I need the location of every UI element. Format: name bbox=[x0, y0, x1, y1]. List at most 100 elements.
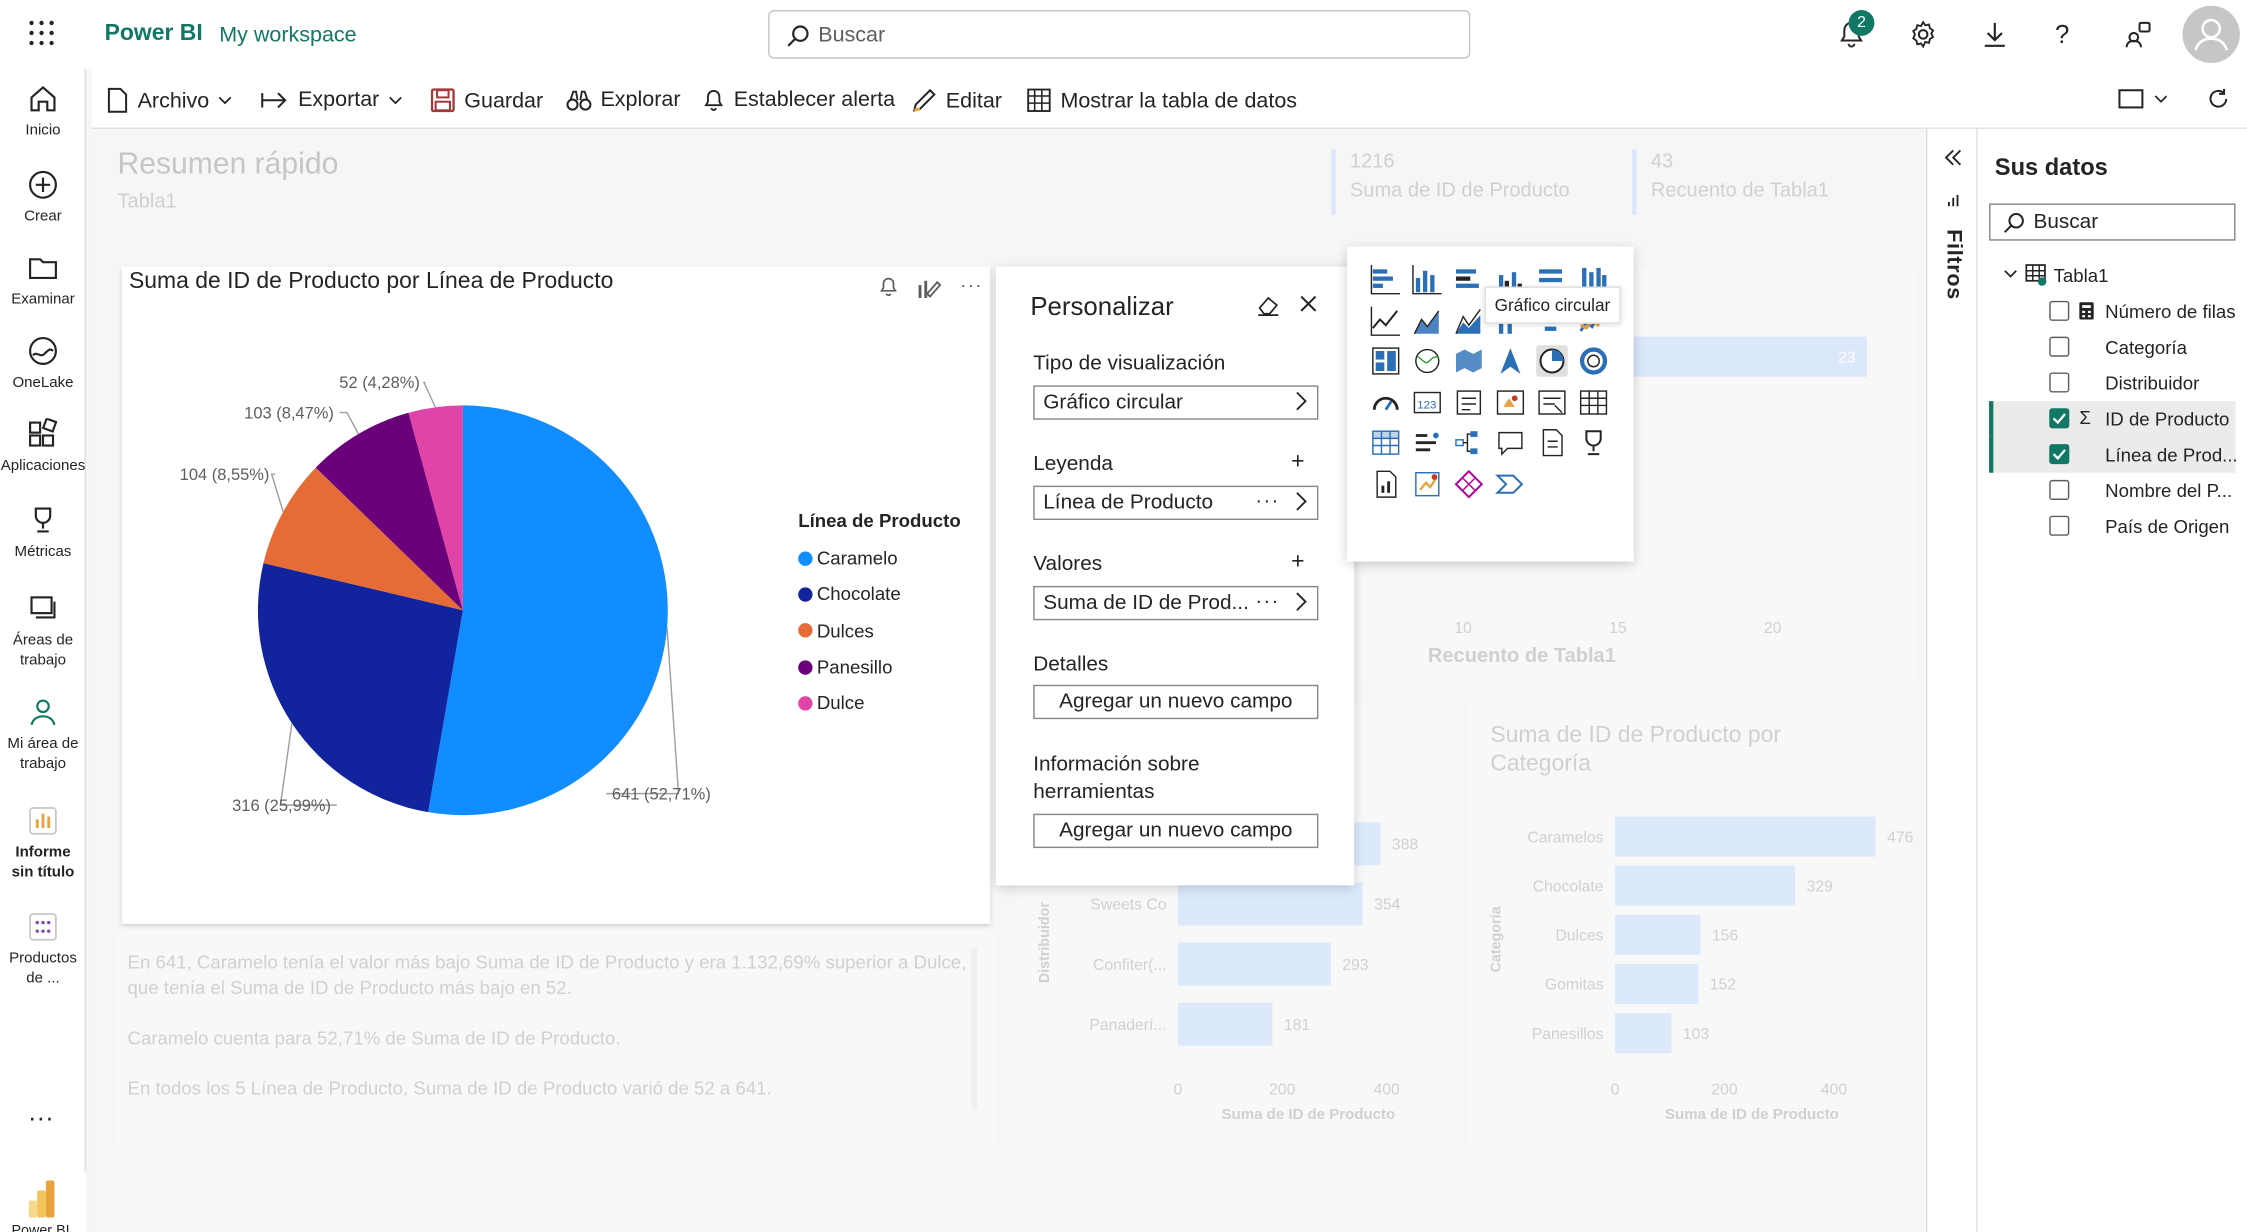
eraser-icon[interactable] bbox=[1257, 294, 1280, 317]
svg-text:123: 123 bbox=[1417, 399, 1436, 411]
tick-label: 20 bbox=[1764, 620, 1782, 637]
values-field[interactable]: Suma de ID de Prod... ··· bbox=[1033, 585, 1319, 621]
bar[interactable] bbox=[1615, 963, 1699, 1005]
more-options-icon[interactable]: ··· bbox=[1255, 589, 1279, 612]
data-field-item[interactable]: Línea de Prod... bbox=[1989, 436, 2238, 473]
viz-type-option[interactable] bbox=[1453, 305, 1485, 337]
field-label: País de Origen bbox=[2105, 515, 2230, 538]
data-field-item[interactable]: Categoría bbox=[1989, 329, 2235, 365]
legend-item[interactable]: Dulces bbox=[798, 613, 901, 649]
data-field-item[interactable]: País de Origen bbox=[1989, 509, 2235, 545]
axis-title: Suma de ID de Producto bbox=[1221, 1106, 1395, 1123]
viz-type-option[interactable] bbox=[1412, 468, 1444, 500]
legend-swatch bbox=[798, 623, 813, 638]
viz-type-option[interactable] bbox=[1453, 264, 1485, 296]
bar[interactable] bbox=[1615, 914, 1701, 955]
chart-type-icon bbox=[1376, 470, 1397, 498]
viz-type-option[interactable] bbox=[1453, 468, 1485, 500]
data-label: 103 (8,47%) bbox=[244, 404, 334, 422]
viz-type-option[interactable] bbox=[1578, 387, 1610, 419]
chevron-right-icon bbox=[1296, 391, 1307, 411]
viz-type-label: Tipo de visualización bbox=[1033, 352, 1226, 376]
details-add-field-button[interactable]: Agregar un nuevo campo bbox=[1033, 684, 1319, 720]
viz-type-option[interactable] bbox=[1495, 427, 1527, 459]
legend-item[interactable]: Panesillo bbox=[798, 649, 901, 685]
leader-line bbox=[339, 411, 360, 435]
bar[interactable] bbox=[1177, 942, 1331, 986]
viz-type-option[interactable] bbox=[1495, 468, 1527, 500]
add-legend-icon[interactable]: + bbox=[1291, 450, 1304, 476]
add-values-icon[interactable]: + bbox=[1291, 550, 1304, 576]
bar[interactable] bbox=[1615, 1013, 1672, 1054]
field-checkbox[interactable] bbox=[2049, 515, 2070, 536]
viz-pie-chart-option[interactable] bbox=[1536, 345, 1568, 377]
tooltips-add-field-button[interactable]: Agregar un nuevo campo bbox=[1033, 813, 1319, 849]
bar[interactable] bbox=[1177, 1002, 1273, 1046]
category-bar-chart: Caramelos 476 Chocolate 329 Dulces 156 Gomitas… bbox=[1488, 816, 1914, 1123]
viz-type-option[interactable] bbox=[1536, 427, 1568, 459]
axis-title: Recuento de Tabla1 bbox=[1428, 645, 1616, 667]
value-label: 103 bbox=[1683, 1026, 1710, 1043]
field-checkbox[interactable] bbox=[2049, 408, 2070, 429]
legend-item[interactable]: Chocolate bbox=[798, 576, 901, 612]
viz-type-option[interactable] bbox=[1453, 387, 1485, 419]
chevron-right-icon bbox=[1296, 592, 1307, 611]
legend-label: Leyenda bbox=[1033, 452, 1113, 476]
viz-type-option[interactable] bbox=[1578, 345, 1610, 377]
viz-type-option[interactable]: 123 bbox=[1412, 387, 1444, 419]
table-node[interactable]: Tabla1 bbox=[1989, 258, 2235, 294]
tooltips-label: Información sobre bbox=[1033, 753, 1200, 777]
viz-type-selector[interactable]: Gráfico circular bbox=[1033, 385, 1319, 420]
data-field-item[interactable]: Nombre del P... bbox=[1989, 473, 2235, 509]
legend-item[interactable]: Dulce bbox=[798, 685, 901, 721]
value-label: 293 bbox=[1342, 957, 1369, 974]
field-checkbox[interactable] bbox=[2049, 372, 2070, 393]
tick-label: 200 bbox=[1269, 1081, 1296, 1098]
viz-type-option[interactable] bbox=[1412, 345, 1444, 377]
bar[interactable] bbox=[1177, 882, 1363, 926]
viz-type-option[interactable] bbox=[1370, 427, 1402, 459]
more-options-icon[interactable]: ··· bbox=[1255, 489, 1279, 512]
sigma-icon: Σ bbox=[2079, 406, 2091, 429]
viz-type-option[interactable] bbox=[1453, 345, 1485, 377]
viz-type-option[interactable] bbox=[1412, 305, 1444, 337]
legend-item[interactable]: Caramelo bbox=[798, 540, 901, 576]
chart-type-icon bbox=[1542, 429, 1563, 457]
viz-type-option[interactable] bbox=[1370, 468, 1402, 500]
pie-slice[interactable] bbox=[428, 405, 668, 816]
viz-type-option[interactable] bbox=[1495, 387, 1527, 419]
table-icon bbox=[2025, 264, 2047, 286]
filters-pane-collapsed[interactable]: Filtros bbox=[1926, 128, 1978, 1232]
data-field-item[interactable]: Σ ID de Producto bbox=[1989, 401, 2236, 437]
data-field-item[interactable]: Número de filas bbox=[1989, 294, 2236, 330]
data-field-item[interactable]: Distribuidor bbox=[1989, 365, 2235, 401]
viz-type-option[interactable] bbox=[1412, 427, 1444, 459]
viz-type-option[interactable] bbox=[1370, 305, 1402, 337]
field-checkbox[interactable] bbox=[2049, 479, 2070, 500]
viz-type-option[interactable] bbox=[1412, 264, 1444, 296]
viz-type-option[interactable] bbox=[1370, 264, 1402, 296]
viz-type-option[interactable] bbox=[1370, 345, 1402, 377]
viz-type-option[interactable] bbox=[1370, 387, 1402, 419]
field-checkbox[interactable] bbox=[2049, 336, 2070, 357]
chart-type-icon bbox=[1370, 265, 1401, 295]
bar[interactable] bbox=[1615, 816, 1876, 857]
legend-field-value: Línea de Producto bbox=[1043, 491, 1214, 515]
viz-type-option[interactable] bbox=[1453, 427, 1485, 459]
expand-chevron-icon[interactable] bbox=[1944, 149, 1962, 166]
legend-field[interactable]: Línea de Producto ··· bbox=[1033, 485, 1319, 521]
data-pane-search-input[interactable]: Buscar bbox=[1989, 203, 2236, 241]
field-checkbox[interactable] bbox=[2049, 444, 2070, 465]
legend-label: Dulces bbox=[816, 619, 874, 642]
filters-label: Filtros bbox=[1941, 229, 1967, 300]
bar[interactable] bbox=[1615, 865, 1796, 906]
category-label: Panaderí... bbox=[1089, 1017, 1166, 1034]
data-label: 104 (8,55%) bbox=[180, 466, 270, 484]
close-icon[interactable] bbox=[1300, 295, 1317, 312]
viz-type-option[interactable] bbox=[1578, 427, 1610, 459]
viz-type-option[interactable] bbox=[1495, 345, 1527, 377]
viz-type-option[interactable] bbox=[1536, 387, 1568, 419]
tick-label: 15 bbox=[1609, 620, 1627, 637]
field-checkbox[interactable] bbox=[2049, 300, 2070, 321]
bar[interactable] bbox=[1619, 336, 1867, 377]
